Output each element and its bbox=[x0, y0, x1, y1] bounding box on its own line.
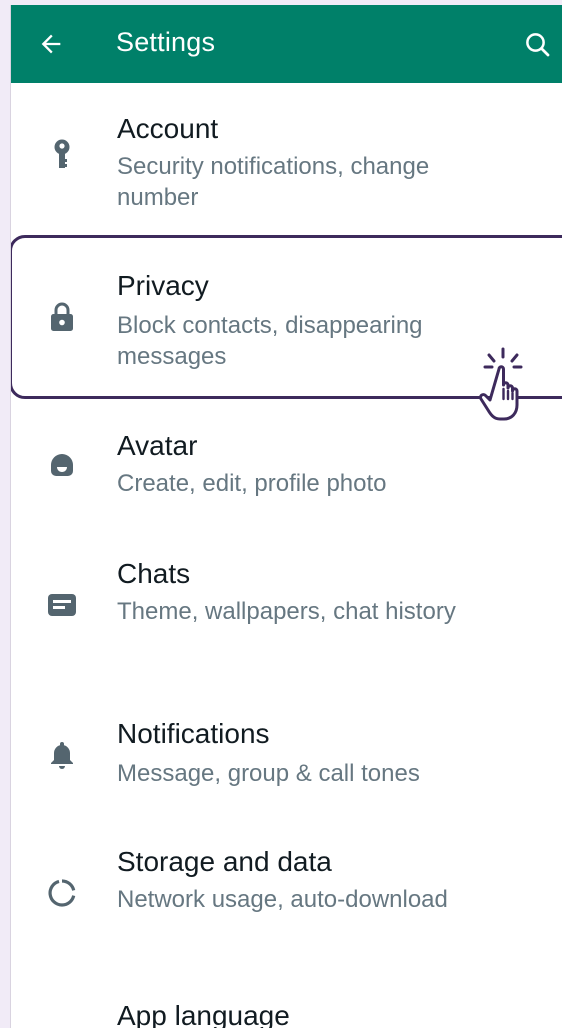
search-icon bbox=[526, 33, 550, 57]
item-title: Notifications bbox=[117, 718, 270, 749]
item-title: App language bbox=[117, 1000, 290, 1028]
page-title: Settings bbox=[116, 27, 216, 57]
item-title: Avatar bbox=[117, 430, 198, 461]
item-title: Storage and data bbox=[117, 846, 332, 877]
app-bar: Settings bbox=[11, 5, 562, 83]
settings-screen: Settings Account Security notifications,… bbox=[10, 5, 562, 1028]
item-subtitle: Message, group & call tones bbox=[117, 760, 420, 787]
storage-icon bbox=[45, 876, 79, 910]
settings-item-account[interactable]: Account Security notifications, change n… bbox=[11, 83, 562, 238]
settings-item-chats[interactable]: Chats Theme, wallpapers, chat history bbox=[11, 530, 562, 690]
item-subtitle: Create, edit, profile photo bbox=[117, 470, 387, 497]
item-subtitle: Network usage, auto-download bbox=[117, 886, 448, 913]
settings-item-app-language[interactable]: App language bbox=[11, 978, 562, 1028]
item-subtitle: Theme, wallpapers, chat history bbox=[117, 598, 456, 625]
settings-item-notifications[interactable]: Notifications Message, group & call tone… bbox=[11, 690, 562, 818]
hand-pointer-icon bbox=[479, 347, 523, 421]
item-title: Chats bbox=[117, 558, 191, 589]
item-subtitle: Security notifications, change number bbox=[117, 153, 430, 211]
arrow-left-icon bbox=[41, 34, 61, 54]
key-icon bbox=[45, 138, 79, 172]
back-button[interactable] bbox=[33, 26, 69, 62]
chat-icon bbox=[45, 588, 79, 622]
settings-item-storage[interactable]: Storage and data Network usage, auto-dow… bbox=[11, 818, 562, 978]
item-title: Account bbox=[117, 113, 219, 144]
bell-icon bbox=[45, 738, 79, 772]
avatar-icon bbox=[45, 448, 79, 482]
search-button[interactable] bbox=[523, 25, 562, 65]
